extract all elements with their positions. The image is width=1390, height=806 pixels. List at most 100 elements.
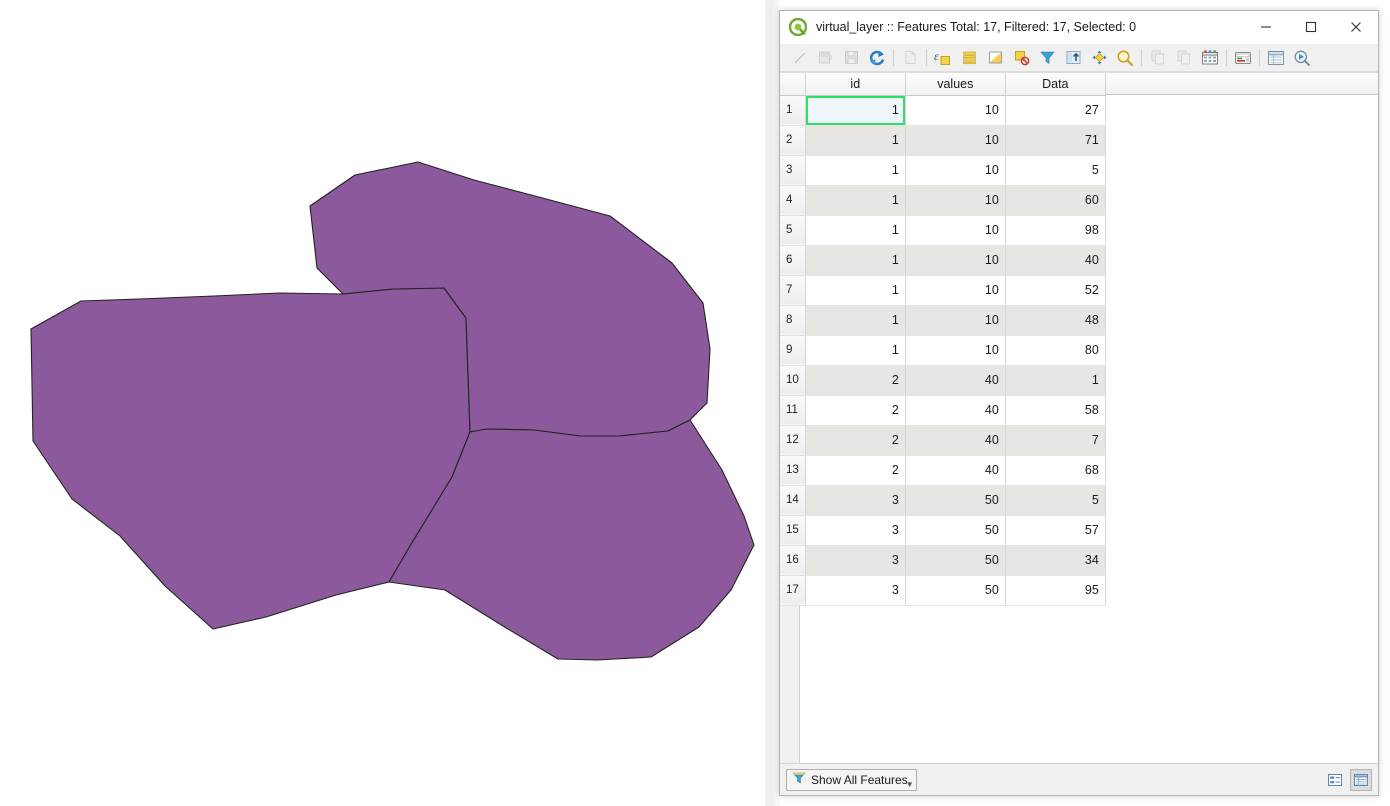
move-selection-to-top-icon[interactable] [1060,46,1086,70]
cell-id[interactable]: 2 [805,395,906,426]
window-title-bar[interactable]: virtual_layer :: Features Total: 17, Fil… [780,11,1378,44]
row-header-cell[interactable]: 9 [780,335,806,366]
table-row[interactable]: 10 2 40 1 [780,365,1106,396]
cell-data[interactable]: 34 [1005,545,1106,576]
cell-values[interactable]: 10 [905,305,1006,336]
cell-id[interactable]: 1 [805,215,906,246]
cell-id[interactable]: 1 [805,245,906,276]
cell-id[interactable]: 1 [805,155,906,186]
cell-values[interactable]: 10 [905,155,1006,186]
table-view-toggle[interactable] [1350,768,1372,791]
table-row[interactable]: 6 1 10 40 [780,245,1106,276]
cell-id[interactable]: 1 [805,335,906,366]
cell-values[interactable]: 10 [905,185,1006,216]
table-row[interactable]: 17 3 50 95 [780,575,1106,606]
toggle-editing-icon[interactable] [786,46,812,70]
cell-values[interactable]: 10 [905,215,1006,246]
cell-data[interactable]: 71 [1005,125,1106,156]
cell-id[interactable]: 3 [805,545,906,576]
map-canvas[interactable] [0,0,765,806]
cell-values[interactable]: 10 [905,95,1006,126]
cell-values[interactable]: 50 [905,485,1006,516]
cell-data[interactable]: 52 [1005,275,1106,306]
table-row[interactable]: 3 1 10 5 [780,155,1106,186]
row-header-cell[interactable]: 7 [780,275,806,306]
close-button[interactable] [1333,11,1378,43]
row-header-cell[interactable]: 13 [780,455,806,486]
table-row[interactable]: 12 2 40 7 [780,425,1106,456]
reload-table-icon[interactable] [864,46,890,70]
row-header-cell[interactable]: 14 [780,485,806,516]
cell-data[interactable]: 95 [1005,575,1106,606]
cell-data[interactable]: 40 [1005,245,1106,276]
row-header-cell[interactable]: 5 [780,215,806,246]
form-view-toggle[interactable] [1324,769,1346,791]
cell-data[interactable]: 57 [1005,515,1106,546]
row-header-cell[interactable]: 4 [780,185,806,216]
table-row[interactable]: 5 1 10 98 [780,215,1106,246]
table-row[interactable]: 2 1 10 71 [780,125,1106,156]
column-header-id[interactable]: id [805,73,906,96]
cell-data[interactable]: 5 [1005,485,1106,516]
row-header-cell[interactable]: 15 [780,515,806,546]
cell-values[interactable]: 40 [905,425,1006,456]
cell-values[interactable]: 50 [905,545,1006,576]
cell-values[interactable]: 10 [905,245,1006,276]
cell-data[interactable]: 48 [1005,305,1106,336]
cell-values[interactable]: 40 [905,395,1006,426]
table-corner-header[interactable] [780,73,806,96]
cell-values[interactable]: 40 [905,365,1006,396]
field-calculator-icon[interactable] [1230,46,1256,70]
cell-data[interactable]: 1 [1005,365,1106,396]
table-row[interactable]: 1 1 10 27 [780,95,1106,126]
row-header-cell[interactable]: 1 [780,95,806,126]
attribute-table[interactable]: id values Data 1 1 10 27 2 1 10 71 3 1 10 5 4 1 10 60 5 1… [780,73,1106,606]
table-row[interactable]: 7 1 10 52 [780,275,1106,306]
table-row[interactable]: 11 2 40 58 [780,395,1106,426]
row-header-cell[interactable]: 16 [780,545,806,576]
pan-map-to-selection-icon[interactable] [1086,46,1112,70]
cell-id[interactable]: 1 [805,125,906,156]
table-row[interactable]: 15 3 50 57 [780,515,1106,546]
table-row[interactable]: 9 1 10 80 [780,335,1106,366]
cell-id[interactable]: 3 [805,515,906,546]
attribute-table-body[interactable]: id values Data 1 1 10 27 2 1 10 71 3 1 10 5 4 1 10 60 5 1… [780,72,1378,763]
cell-id-selected[interactable]: 1 [805,95,906,126]
cell-values[interactable]: 10 [905,125,1006,156]
filter-selection-icon[interactable] [1034,46,1060,70]
column-header-data[interactable]: Data [1005,73,1106,96]
column-header-values[interactable]: values [905,73,1006,96]
row-header-cell[interactable]: 10 [780,365,806,396]
row-header-cell[interactable]: 11 [780,395,806,426]
table-row[interactable]: 4 1 10 60 [780,185,1106,216]
zoom-map-to-selection-icon[interactable] [1112,46,1138,70]
table-row[interactable]: 16 3 50 34 [780,545,1106,576]
table-row[interactable]: 8 1 10 48 [780,305,1106,336]
delete-selected-icon[interactable] [1197,46,1223,70]
row-header-cell[interactable]: 17 [780,575,806,606]
cell-id[interactable]: 3 [805,575,906,606]
cell-values[interactable]: 50 [905,515,1006,546]
cell-values[interactable]: 10 [905,275,1006,306]
row-header-cell[interactable]: 2 [780,125,806,156]
cell-data[interactable]: 58 [1005,395,1106,426]
cell-data[interactable]: 5 [1005,155,1106,186]
cell-id[interactable]: 1 [805,275,906,306]
conditional-formatting-icon[interactable] [1263,46,1289,70]
cell-data[interactable]: 98 [1005,215,1106,246]
cell-data[interactable]: 27 [1005,95,1106,126]
select-by-expression-icon[interactable]: ε [930,46,956,70]
row-header-cell[interactable]: 3 [780,155,806,186]
cell-values[interactable]: 50 [905,575,1006,606]
row-header-cell[interactable]: 8 [780,305,806,336]
minimize-button[interactable] [1243,11,1288,43]
cell-values[interactable]: 40 [905,455,1006,486]
table-row[interactable]: 14 3 50 5 [780,485,1106,516]
deselect-all-icon[interactable] [1008,46,1034,70]
cell-values[interactable]: 10 [905,335,1006,366]
table-row[interactable]: 13 2 40 68 [780,455,1106,486]
cell-id[interactable]: 2 [805,455,906,486]
invert-selection-icon[interactable] [982,46,1008,70]
actions-icon[interactable] [1289,46,1315,70]
row-header-cell[interactable]: 6 [780,245,806,276]
